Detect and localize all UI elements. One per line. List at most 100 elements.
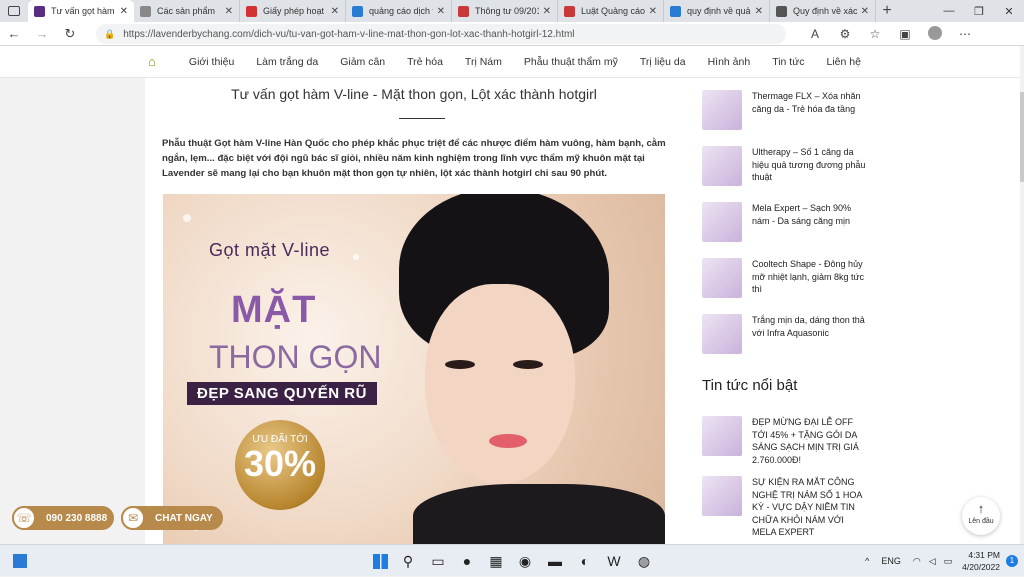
tab-close-icon[interactable]: ✕ [861, 6, 869, 17]
language-indicator[interactable]: ENG [881, 556, 901, 566]
news-item[interactable]: SỰ KIỆN RA MẮT CÔNG NGHỆ TRỊ NÁM SỐ 1 HO… [702, 476, 870, 539]
article-banner-image: Gọt mặt V-line MẶT THON GỌN ĐẸP SANG QUY… [163, 194, 665, 544]
sidebar-service-item[interactable]: Trắng mịn da, dáng thon thả với Infra Aq… [702, 314, 870, 354]
browser-tab[interactable]: quy định về quả ✕ [664, 0, 770, 22]
task-view-icon[interactable]: ▭ [428, 551, 448, 571]
search-icon[interactable]: ⚲ [398, 551, 418, 571]
widgets-icon[interactable] [10, 551, 30, 571]
more-icon[interactable]: ⋯ [950, 27, 980, 41]
tab-close-icon[interactable]: ✕ [331, 6, 339, 17]
word-icon[interactable]: W [604, 551, 624, 571]
nav-link[interactable]: Làm trắng da [256, 56, 318, 68]
notification-badge[interactable]: 1 [1006, 555, 1018, 567]
start-icon[interactable] [370, 551, 390, 571]
new-tab-button[interactable]: + [876, 0, 898, 22]
back-to-top-label: Lên đầu [968, 518, 994, 525]
service-thumbnail [702, 202, 742, 242]
tab-actions-icon[interactable] [0, 0, 28, 22]
nav-link[interactable]: Giới thiệu [189, 56, 234, 68]
nav-link[interactable]: Giảm cân [340, 56, 385, 68]
tab-favicon-icon [34, 5, 45, 17]
service-thumbnail [702, 258, 742, 298]
favorites-icon[interactable]: ☆ [860, 27, 890, 41]
tab-favicon-icon [246, 5, 257, 17]
sidebar-service-item[interactable]: Thermage FLX – Xóa nhăn căng da - Trẻ hó… [702, 90, 870, 130]
chat-label: CHAT NGAY [155, 512, 213, 524]
tab-close-icon[interactable]: ✕ [437, 6, 445, 17]
minimize-icon[interactable]: — [934, 0, 964, 22]
browser-tab[interactable]: Quy định về xác r ✕ [770, 0, 876, 22]
tab-title: Các sản phẩm [157, 6, 216, 16]
close-window-icon[interactable]: ✕ [994, 0, 1024, 22]
teams-icon[interactable]: ● [457, 551, 477, 571]
chrome-icon[interactable]: ◉ [515, 551, 535, 571]
sidebar-service-item[interactable]: Cooltech Shape - Đông hủy mỡ nhiệt lạnh,… [702, 258, 870, 298]
extensions-icon[interactable]: ⚙ [830, 27, 860, 41]
url-field[interactable]: 🔒 https://lavenderbychang.com/dich-vu/tu… [96, 24, 786, 44]
discount-small: ƯU ĐÃI TỚI [252, 434, 308, 445]
clock[interactable]: 4:31 PM 4/20/2022 [962, 549, 1000, 573]
service-title: Trắng mịn da, dáng thon thả với Infra Aq… [752, 315, 865, 338]
tab-close-icon[interactable]: ✕ [543, 6, 551, 17]
system-tray: ^ ENG ◠ ◁ ▭ 4:31 PM 4/20/2022 1 [865, 545, 1018, 577]
refresh-icon[interactable]: ↻ [56, 26, 84, 42]
chat-button[interactable]: ✉ CHAT NGAY [121, 506, 223, 530]
wifi-icon[interactable]: ◠ [913, 556, 921, 567]
arrow-up-icon: ↑ [977, 501, 985, 516]
volume-icon[interactable]: ◁ [929, 556, 936, 567]
banner-line1: Gọt mặt V-line [209, 240, 331, 260]
nav-link[interactable]: Phẫu thuật thẩm mỹ [524, 56, 618, 68]
sidebar-service-item[interactable]: Ultherapy – Số 1 căng da hiệu quả tương … [702, 146, 870, 186]
browser-tab[interactable]: Luật Quảng cáo 2 ✕ [558, 0, 664, 22]
store-icon[interactable]: ▦ [486, 551, 506, 571]
model-lips [489, 434, 527, 448]
model-body [413, 484, 665, 544]
nav-link[interactable]: Hình ảnh [708, 56, 751, 68]
web-page: ⌂ Giới thiệu Làm trắng da Giảm cân Trẻ hóa T… [0, 46, 1024, 544]
forward-icon[interactable]: → [28, 26, 56, 41]
page-scrollbar[interactable] [1020, 92, 1024, 182]
tab-favicon-icon [458, 5, 469, 17]
tab-title: Tư vấn gọt hàm V [51, 6, 116, 16]
app-icon[interactable]: ◍ [634, 551, 654, 571]
read-aloud-icon[interactable]: A [800, 27, 830, 41]
collections-icon[interactable]: ▣ [890, 27, 920, 41]
nav-link[interactable]: Liên hệ [827, 56, 861, 68]
tab-title: Thông tư 09/2015 [475, 6, 539, 16]
browser-tab[interactable]: Thông tư 09/2015 ✕ [452, 0, 558, 22]
sidebar-service-item[interactable]: Mela Expert – Sạch 90% nám - Da sáng căn… [702, 202, 870, 242]
tab-close-icon[interactable]: ✕ [755, 6, 763, 17]
edge-icon[interactable]: ◐ [575, 551, 595, 571]
news-item[interactable]: ĐẸP MỪNG ĐẠI LỄ OFF TỚI 45% + TẶNG GÓI D… [702, 416, 870, 466]
news-thumbnail [702, 476, 742, 516]
banner-line2: MẶT [231, 289, 317, 331]
maximize-icon[interactable]: ❐ [964, 0, 994, 22]
tab-close-icon[interactable]: ✕ [649, 6, 657, 17]
show-hidden-icon[interactable]: ^ [865, 556, 869, 566]
back-icon[interactable]: ← [0, 26, 28, 41]
nav-link[interactable]: Trị Nám [465, 56, 502, 68]
browser-tab[interactable]: quảng cáo dịch v ✕ [346, 0, 452, 22]
home-icon[interactable]: ⌂ [148, 54, 156, 69]
chat-icon: ✉ [121, 506, 145, 530]
profile-avatar[interactable] [920, 25, 950, 43]
nav-link[interactable]: Trị liệu da [640, 56, 686, 68]
tab-title: Giấy phép hoạt độ [263, 6, 327, 16]
file-explorer-icon[interactable]: ▬ [545, 551, 565, 571]
news-title: ĐẸP MỪNG ĐẠI LỄ OFF TỚI 45% + TẶNG GÓI D… [752, 417, 859, 465]
browser-tab[interactable]: Tư vấn gọt hàm V ✕ [28, 0, 134, 22]
title-divider [399, 118, 445, 119]
back-to-top-button[interactable]: ↑ Lên đầu [962, 497, 1000, 535]
phone-button[interactable]: ☏ 090 230 8888 [12, 506, 114, 530]
nav-link[interactable]: Tin tức [772, 56, 804, 68]
nav-link[interactable]: Trẻ hóa [407, 56, 443, 68]
battery-icon[interactable]: ▭ [944, 556, 953, 567]
tab-close-icon[interactable]: ✕ [120, 6, 128, 17]
browser-tab[interactable]: Giấy phép hoạt độ ✕ [240, 0, 346, 22]
phone-icon: ☏ [12, 506, 36, 530]
news-title: SỰ KIỆN RA MẮT CÔNG NGHỆ TRỊ NÁM SỐ 1 HO… [752, 477, 862, 537]
service-thumbnail [702, 90, 742, 130]
browser-tab[interactable]: Các sản phẩm ✕ [134, 0, 240, 22]
tab-favicon-icon [670, 5, 681, 17]
tab-close-icon[interactable]: ✕ [225, 6, 233, 17]
